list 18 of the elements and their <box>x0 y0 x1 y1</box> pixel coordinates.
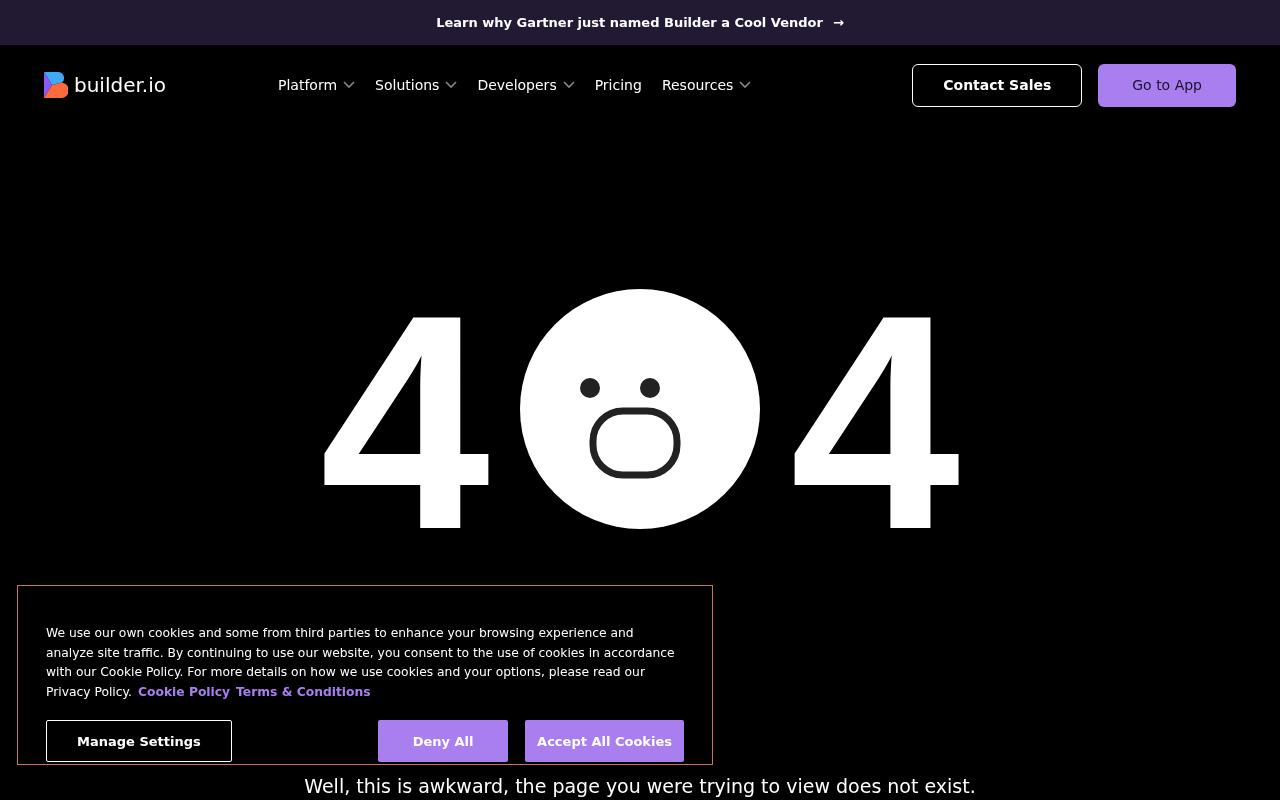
error-message: Well, this is awkward, the page you were trying to view does not exist. <box>303 775 977 797</box>
nav-link[interactable]: Solutions <box>375 77 458 93</box>
logo-icon[interactable] <box>44 72 68 98</box>
outline-button[interactable]: Manage Settings <box>46 720 232 762</box>
error-digit: 4 <box>319 297 490 547</box>
logo-text[interactable]: builder.io <box>74 73 167 97</box>
nav-link[interactable]: Pricing <box>594 77 642 93</box>
nav-link[interactable]: Resources <box>661 77 752 93</box>
announcement-link[interactable]: Learn why Gartner just named Builder a Cool Vendor → <box>0 0 1280 45</box>
nav-link[interactable]: Platform <box>278 77 356 93</box>
error-digit: 4 <box>790 297 961 547</box>
nav-link[interactable]: Developers <box>477 77 575 93</box>
outline-button[interactable]: Contact Sales <box>912 63 1083 107</box>
cookie-link[interactable]: Terms & Conditions <box>236 684 371 699</box>
primary-button[interactable]: Go to App <box>1098 63 1236 107</box>
surprised-face-icon <box>520 289 760 529</box>
cookie-link[interactable]: Cookie Policy <box>137 684 231 699</box>
cookie-text: We use our own cookies and some from third parties to enhance your browsing experience and analyze site traffic. By continuing to use our website, you consent to the use of cookies in accordance with our Cookie Policy. For more details on how we use cookies and your options, please read our Privacy Policy. Cookie Policy Terms & Conditions <box>46 625 676 701</box>
